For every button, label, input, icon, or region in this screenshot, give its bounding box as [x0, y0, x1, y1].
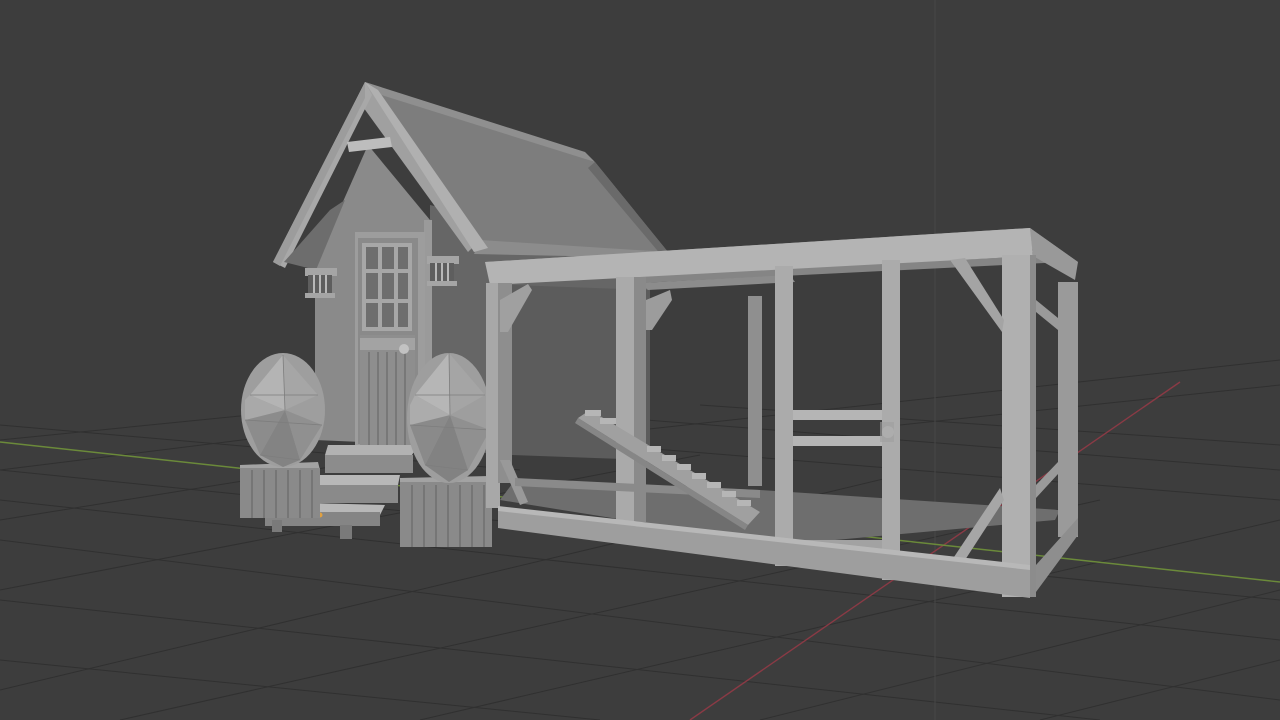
topiary-left[interactable]: [241, 353, 325, 467]
door-knob: [399, 344, 409, 354]
planter-left[interactable]: [240, 462, 320, 518]
run-door-latch: [880, 422, 894, 442]
topiary-right[interactable]: [407, 352, 491, 483]
3d-viewport[interactable]: [0, 0, 1280, 720]
planter-right[interactable]: [400, 476, 492, 547]
viewport-canvas[interactable]: [0, 0, 1280, 720]
